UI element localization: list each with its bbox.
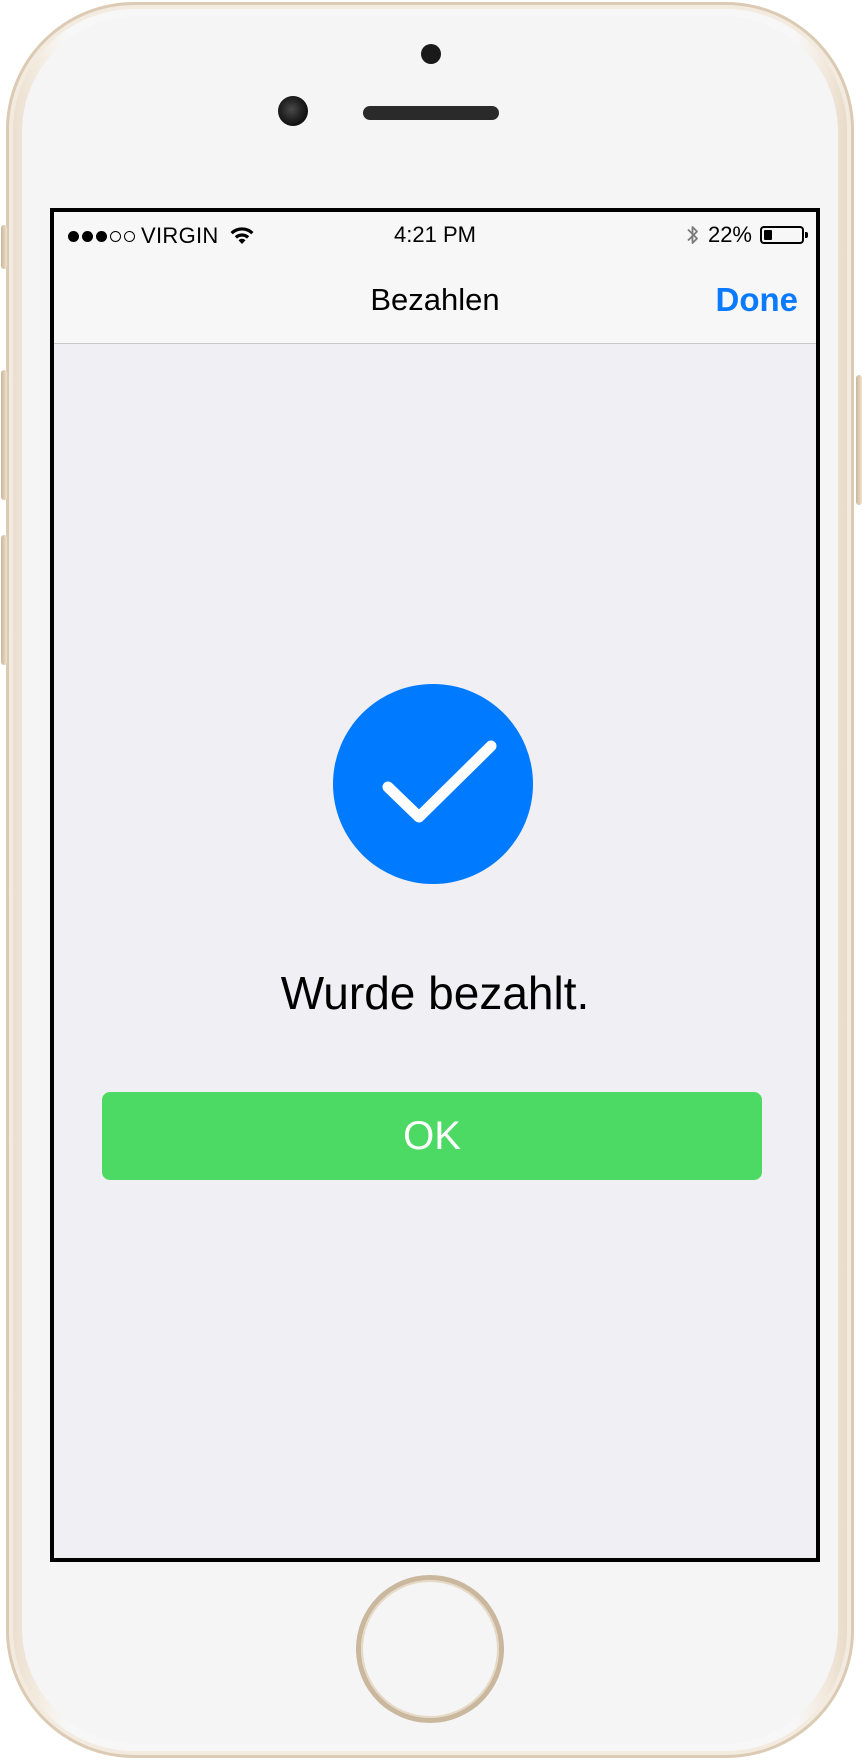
payment-confirmation-message: Wurde bezahlt. bbox=[280, 967, 590, 1019]
success-badge bbox=[333, 684, 533, 884]
ok-button[interactable]: OK bbox=[102, 1092, 762, 1180]
screen: VIRGIN 4:21 PM 22% Bezahlen Done Wurde b… bbox=[50, 208, 820, 1562]
proximity-sensor bbox=[421, 44, 441, 64]
battery-cap bbox=[805, 232, 808, 238]
volume-down-button bbox=[1, 535, 7, 665]
battery-icon bbox=[760, 226, 808, 244]
navigation-bar: Bezahlen Done bbox=[54, 256, 816, 344]
battery-level bbox=[764, 230, 772, 240]
front-camera-icon bbox=[278, 96, 308, 126]
home-button[interactable] bbox=[361, 1580, 499, 1718]
power-button bbox=[856, 375, 862, 505]
bluetooth-icon bbox=[686, 223, 700, 247]
mute-switch bbox=[1, 225, 7, 269]
checkmark-icon bbox=[382, 740, 497, 823]
done-button[interactable]: Done bbox=[716, 281, 799, 319]
volume-up-button bbox=[1, 370, 7, 500]
status-right: 22% bbox=[686, 222, 808, 248]
status-bar: VIRGIN 4:21 PM 22% bbox=[54, 212, 816, 256]
nav-title: Bezahlen bbox=[370, 282, 500, 317]
earpiece-speaker bbox=[363, 106, 499, 120]
battery-percent: 22% bbox=[707, 222, 752, 247]
